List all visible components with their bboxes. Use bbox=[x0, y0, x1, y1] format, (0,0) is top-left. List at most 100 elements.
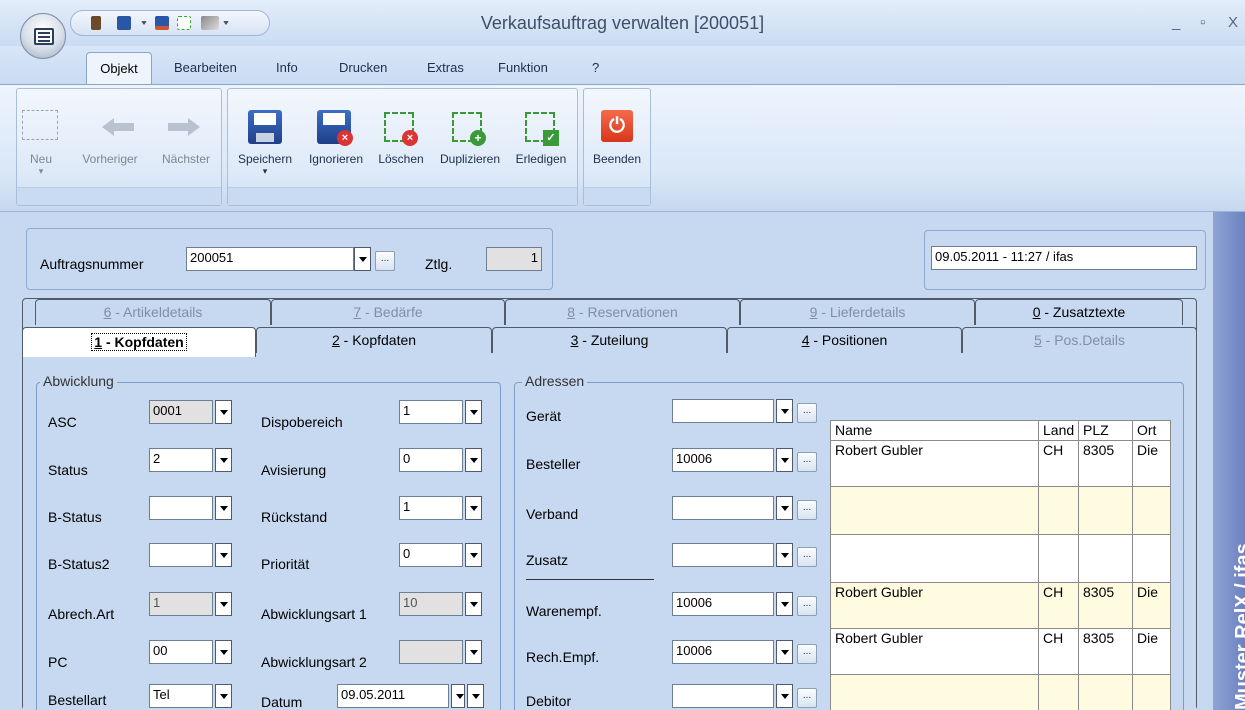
new-button[interactable]: Neu ▾ bbox=[18, 110, 64, 190]
tab-bedaerfe[interactable]: 7 - Bedärfe bbox=[271, 299, 505, 325]
besteller-input[interactable]: 10006 bbox=[672, 448, 774, 472]
cell-ort: Die bbox=[1132, 582, 1171, 629]
new-icon bbox=[22, 110, 58, 140]
column-header-plz[interactable]: PLZ bbox=[1078, 420, 1133, 441]
pc-input[interactable]: 00 bbox=[149, 640, 213, 664]
bstatus2-input[interactable] bbox=[149, 543, 213, 567]
asc-input[interactable]: 0001 bbox=[149, 400, 213, 424]
tab-info[interactable]: Info bbox=[276, 60, 298, 75]
avisierung-input[interactable]: 0 bbox=[399, 448, 463, 472]
abwicklungsart2-dropdown[interactable] bbox=[465, 640, 482, 664]
rueckstand-input[interactable]: 1 bbox=[399, 496, 463, 520]
tab-pos-details[interactable]: 5 - Pos.Details bbox=[962, 327, 1197, 353]
avisierung-dropdown[interactable] bbox=[465, 448, 482, 472]
column-header-land[interactable]: Land bbox=[1038, 420, 1079, 441]
zusatz-dropdown[interactable] bbox=[776, 543, 793, 567]
duplicate-button[interactable]: + Duplizieren bbox=[432, 110, 508, 190]
datum-spinner[interactable] bbox=[451, 684, 465, 708]
prioritaet-input[interactable]: 0 bbox=[399, 543, 463, 567]
verband-dropdown[interactable] bbox=[776, 496, 793, 520]
besteller-dropdown[interactable] bbox=[776, 448, 793, 472]
warenempf-input[interactable]: 10006 bbox=[672, 592, 774, 616]
column-header-name[interactable]: Name bbox=[830, 420, 1039, 441]
abrech-art-dropdown[interactable] bbox=[215, 592, 232, 616]
tab-positionen[interactable]: 4 - Positionen bbox=[727, 327, 962, 353]
close-button[interactable]: X bbox=[1228, 14, 1238, 31]
column-header-ort[interactable]: Ort bbox=[1132, 420, 1171, 441]
prioritaet-dropdown[interactable] bbox=[465, 543, 482, 567]
tab-artikeldetails[interactable]: 6 - Artikeldetails bbox=[35, 299, 271, 325]
geraet-lookup-button[interactable]: ... bbox=[797, 403, 817, 423]
tab-reservationen[interactable]: 8 - Reservationen bbox=[505, 299, 740, 325]
table-row[interactable] bbox=[830, 674, 1171, 710]
exit-button[interactable]: ⏻ Beenden bbox=[585, 110, 649, 190]
tab-drucken[interactable]: Drucken bbox=[339, 60, 387, 75]
minimize-button[interactable]: _ bbox=[1172, 14, 1180, 31]
cell-land: CH bbox=[1038, 440, 1079, 487]
tab-extras[interactable]: Extras bbox=[427, 60, 464, 75]
previous-button[interactable]: Vorheriger bbox=[62, 110, 158, 190]
tab-lieferdetails[interactable]: 9 - Lieferdetails bbox=[740, 299, 975, 325]
order-number-lookup-button[interactable]: ... bbox=[375, 251, 395, 271]
complete-button[interactable]: ✓ Erledigen bbox=[507, 110, 575, 190]
dispobereich-input[interactable]: 1 bbox=[399, 400, 463, 424]
warenempf-dropdown[interactable] bbox=[776, 592, 793, 616]
status-input[interactable]: 2 bbox=[149, 448, 213, 472]
rechempf-dropdown[interactable] bbox=[776, 640, 793, 664]
asc-dropdown[interactable] bbox=[215, 400, 232, 424]
verband-input[interactable] bbox=[672, 496, 774, 520]
abwicklungsart2-input[interactable] bbox=[399, 640, 463, 664]
next-button[interactable]: Nächster bbox=[154, 110, 218, 190]
bestellart-dropdown[interactable] bbox=[215, 684, 232, 708]
geraet-input[interactable] bbox=[672, 399, 774, 423]
verband-label: Verband bbox=[526, 506, 579, 522]
abrech-art-label: Abrech.Art bbox=[48, 606, 115, 622]
abwicklungsart1-input[interactable]: 10 bbox=[399, 592, 463, 616]
bstatus2-dropdown[interactable] bbox=[215, 543, 232, 567]
besteller-lookup-button[interactable]: ... bbox=[797, 452, 817, 472]
tab-kopfdaten-1[interactable]: 1 - Kopfdaten bbox=[22, 327, 256, 359]
warenempf-lookup-button[interactable]: ... bbox=[797, 596, 817, 616]
table-row[interactable]: Robert Gubler CH 8305 Die bbox=[830, 628, 1171, 675]
dispobereich-dropdown[interactable] bbox=[465, 400, 482, 424]
delete-button[interactable]: × Löschen bbox=[372, 110, 430, 190]
abwicklungsart1-dropdown[interactable] bbox=[465, 592, 482, 616]
tab-kopfdaten-2[interactable]: 2 - Kopfdaten bbox=[256, 327, 492, 353]
tab-funktion[interactable]: Funktion bbox=[498, 60, 548, 75]
tab-help[interactable]: ? bbox=[592, 60, 599, 75]
tab-zusatztexte[interactable]: 0 - Zusatztexte bbox=[975, 299, 1183, 325]
geraet-dropdown[interactable] bbox=[776, 399, 793, 423]
zusatz-lookup-button[interactable]: ... bbox=[797, 547, 817, 567]
table-row[interactable] bbox=[830, 486, 1171, 535]
save-button[interactable]: Speichern ▾ bbox=[230, 110, 300, 190]
bestellart-input[interactable]: Tel bbox=[149, 684, 213, 708]
bstatus-dropdown[interactable] bbox=[215, 496, 232, 520]
cell-plz: 8305 bbox=[1078, 582, 1133, 629]
datum-dropdown[interactable] bbox=[467, 684, 484, 708]
ignore-button[interactable]: × Ignorieren bbox=[299, 110, 373, 190]
verband-lookup-button[interactable]: ... bbox=[797, 500, 817, 520]
order-number-input[interactable]: 200051 bbox=[186, 247, 354, 271]
rueckstand-dropdown[interactable] bbox=[465, 496, 482, 520]
debitor-input[interactable] bbox=[672, 684, 774, 708]
bstatus-input[interactable] bbox=[149, 496, 213, 520]
adressen-legend: Adressen bbox=[522, 373, 588, 389]
rechempf-input[interactable]: 10006 bbox=[672, 640, 774, 664]
rechempf-lookup-button[interactable]: ... bbox=[797, 644, 817, 664]
debitor-dropdown[interactable] bbox=[776, 684, 793, 708]
datum-input[interactable]: 09.05.2011 bbox=[337, 684, 449, 708]
table-row[interactable]: Robert Gubler CH 8305 Die bbox=[830, 440, 1171, 487]
table-row[interactable]: Robert Gubler CH 8305 Die bbox=[830, 582, 1171, 629]
status-dropdown[interactable] bbox=[215, 448, 232, 472]
abrech-art-input[interactable]: 1 bbox=[149, 592, 213, 616]
tab-bearbeiten[interactable]: Bearbeiten bbox=[174, 60, 237, 75]
application-menu-button[interactable] bbox=[20, 13, 66, 59]
zusatz-input[interactable] bbox=[672, 543, 774, 567]
order-number-dropdown[interactable] bbox=[354, 247, 371, 271]
pc-dropdown[interactable] bbox=[215, 640, 232, 664]
tab-objekt[interactable]: Objekt bbox=[86, 52, 152, 86]
maximize-button[interactable]: ▫ bbox=[1200, 14, 1205, 31]
tab-zuteilung[interactable]: 3 - Zuteilung bbox=[492, 327, 727, 353]
table-row[interactable] bbox=[830, 534, 1171, 583]
debitor-lookup-button[interactable]: ... bbox=[797, 688, 817, 708]
